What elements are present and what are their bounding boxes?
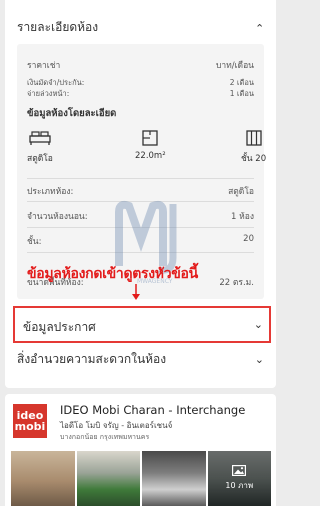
- detail-label: จำนวนห้องนอน:: [27, 212, 88, 222]
- detail-value: สตูดิโอ: [228, 187, 254, 197]
- amenities-section[interactable]: สิ่งอำนวยความสะดวกในห้อง ⌄: [17, 350, 264, 369]
- floor-label: ชั้น 20: [241, 154, 267, 164]
- chevron-down-icon[interactable]: ⌄: [255, 353, 264, 366]
- project-logo: ideo mobi: [13, 404, 47, 438]
- bedroom-type-label: สตูดิโอ: [27, 154, 53, 164]
- rent-row: ราคาเช่า บาท/เดือน: [27, 58, 254, 72]
- amenities-title: สิ่งอำนวยความสะดวกในห้อง: [17, 352, 167, 366]
- floor-item: ชั้น 20: [241, 130, 266, 165]
- logo-line-2: mobi: [14, 420, 46, 433]
- listing-title[interactable]: IDEO Mobi Charan - Interchange: [60, 403, 245, 417]
- chevron-down-icon[interactable]: ⌄: [254, 318, 263, 331]
- advance-value: 1 เดือน: [229, 89, 254, 98]
- room-details-header[interactable]: รายละเอียดห้อง ⌄: [17, 18, 264, 37]
- more-photos-overlay[interactable]: 10 ภาพ: [207, 451, 271, 506]
- rent-value: บาท/เดือน: [216, 61, 254, 71]
- photo-thumbnail[interactable]: [11, 451, 75, 506]
- rent-label: ราคาเช่า: [27, 61, 61, 71]
- advance-label: จ่ายล่วงหน้า:: [27, 89, 70, 98]
- detail-label: ประเภทห้อง:: [27, 187, 74, 197]
- photo-thumbnail[interactable]: [142, 451, 206, 506]
- annotation-text: ข้อมูลห้องกดเข้าดูตรงหัวข้อนี้: [27, 266, 198, 282]
- divider: [27, 178, 254, 179]
- bed-icon: [29, 131, 51, 145]
- listing-card[interactable]: ideo mobi IDEO Mobi Charan - Interchange…: [5, 394, 276, 506]
- listing-title-thai: ไอดีโอ โมบิ จรัญ - อินเตอร์เชนจ์: [60, 421, 173, 430]
- summary-icons: สตูดิโอ 22.0m² ชั้น 20: [27, 130, 266, 170]
- image-icon: [232, 465, 247, 476]
- room-details-card: รายละเอียดห้อง ⌄ ราคาเช่า บาท/เดือน เงิน…: [5, 0, 276, 388]
- room-size-label: 22.0m²: [135, 151, 166, 161]
- announcement-title: ข้อมูลประกาศ: [23, 320, 96, 334]
- arrow-down-icon: [132, 284, 140, 300]
- room-size-item: 22.0m²: [135, 130, 166, 161]
- bedroom-type-item: สตูดิโอ: [27, 130, 53, 165]
- summary-title: ข้อมูลห้องโดยละเอียด: [27, 108, 117, 119]
- detail-value: 22 ตร.ม.: [219, 278, 254, 288]
- photo-strip[interactable]: 10 ภาพ: [11, 451, 271, 506]
- floor-plan-icon: [142, 130, 158, 146]
- announcement-section[interactable]: ข้อมูลประกาศ ⌄: [13, 306, 271, 343]
- photo-thumbnail[interactable]: [76, 451, 140, 506]
- advance-row: จ่ายล่วงหน้า: 1 เดือน: [27, 88, 254, 100]
- detail-label: ชั้น:: [27, 237, 42, 247]
- building-icon: [245, 130, 262, 146]
- detail-value: 1 ห้อง: [231, 212, 254, 222]
- photo-thumbnail-more[interactable]: 10 ภาพ: [207, 451, 271, 506]
- chevron-up-icon[interactable]: ⌄: [255, 21, 264, 34]
- detail-value: 20: [243, 234, 254, 244]
- listing-location: บางกอกน้อย กรุงเทพมหานคร: [60, 433, 150, 441]
- room-details-title: รายละเอียดห้อง: [17, 20, 99, 34]
- photo-count: 10 ภาพ: [225, 481, 254, 490]
